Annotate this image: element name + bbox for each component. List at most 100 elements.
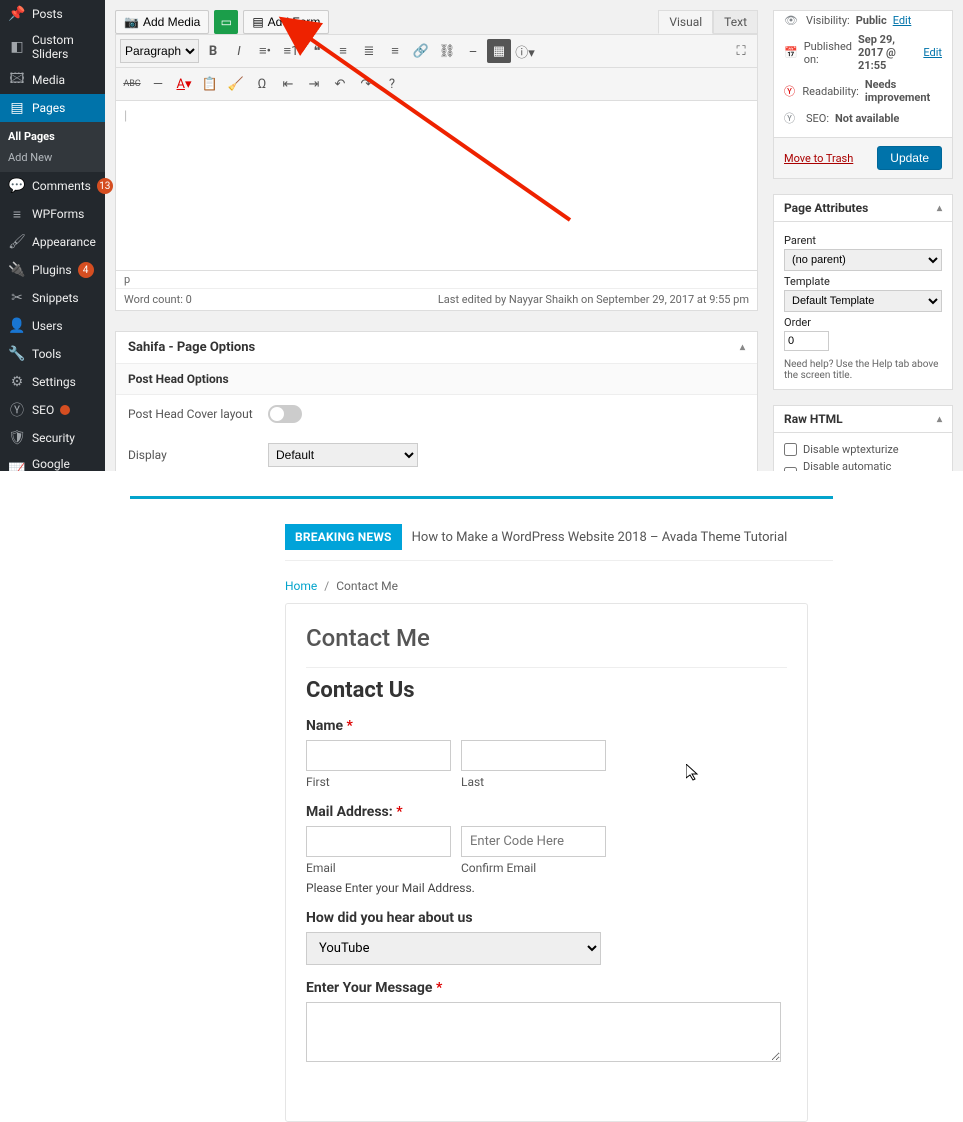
paste-icon[interactable]: 📋 (198, 72, 222, 96)
email-sublabel: Email (306, 861, 451, 875)
sidebar-item-appearance[interactable]: 🖌Appearance (0, 228, 105, 256)
plug-icon: 🔌 (8, 261, 26, 279)
add-media-button[interactable]: 📷Add Media (115, 10, 209, 34)
sidebar-item-settings[interactable]: ⚙Settings (0, 368, 105, 396)
sidebar-label: Snippets (32, 291, 79, 305)
collapse-icon[interactable]: ▴ (937, 414, 942, 425)
help-icon[interactable]: ? (380, 72, 404, 96)
yoast-icon: Ⓨ (784, 83, 796, 99)
shield-icon: 🛡 (8, 429, 26, 447)
submenu-add-new[interactable]: Add New (0, 147, 105, 168)
add-form-button[interactable]: ▤Add Form (243, 10, 329, 34)
unlink-icon[interactable]: ⛓ (435, 39, 459, 63)
message-textarea[interactable] (306, 1002, 781, 1062)
bold-icon[interactable]: B (201, 39, 225, 63)
page-attributes-box: Page Attributes▴ Parent (no parent) Temp… (773, 194, 953, 390)
sidebar-item-posts[interactable]: 📌Posts (0, 0, 105, 28)
specialchar-icon[interactable]: Ω (250, 72, 274, 96)
gear-icon: ⚙ (8, 373, 26, 391)
sidebar-item-snippets[interactable]: ✂Snippets (0, 284, 105, 312)
sidebar-label: Security (32, 431, 75, 445)
bullet-list-icon[interactable]: ≡• (253, 39, 277, 63)
quote-icon[interactable]: ❝ (305, 39, 329, 63)
email-input[interactable] (306, 826, 451, 857)
undo-icon[interactable]: ↶ (328, 72, 352, 96)
sidebar-item-analytics[interactable]: 📈 Google Analytics (0, 452, 105, 471)
sidebar-item-seo[interactable]: ⓎSEO (0, 396, 105, 424)
sidebar-label: Tools (32, 347, 61, 361)
editor-content[interactable]: | (115, 101, 758, 271)
italic-icon[interactable]: I (227, 39, 251, 63)
align-left-icon[interactable]: ≡ (331, 39, 355, 63)
cover-layout-toggle[interactable] (268, 405, 302, 423)
edit-date-link[interactable]: Edit (923, 46, 942, 59)
autop-checkbox[interactable] (784, 467, 797, 472)
edit-visibility-link[interactable]: Edit (893, 14, 912, 27)
textcolor-icon[interactable]: A▾ (172, 72, 196, 96)
more-icon[interactable]: ⎯ (461, 39, 485, 63)
sidebar-item-sliders[interactable]: ◧Custom Sliders (0, 28, 105, 66)
hear-select[interactable]: YouTube (306, 932, 601, 965)
collapse-icon[interactable]: ▴ (740, 342, 745, 353)
indent-icon[interactable]: ⇥ (302, 72, 326, 96)
sidebar-item-plugins[interactable]: 🔌Plugins 4 (0, 256, 105, 284)
sidebar-submenu: All Pages Add New (0, 122, 105, 172)
readability-value: Needs improvement (865, 78, 942, 104)
sidebar-item-security[interactable]: 🛡 Security (0, 424, 105, 452)
wptexturize-checkbox[interactable] (784, 443, 797, 456)
user-icon: 👤 (8, 317, 26, 335)
sidebar-label: Users (32, 319, 63, 333)
confirm-email-input[interactable] (461, 826, 606, 857)
breadcrumb: Home / Contact Me (285, 579, 963, 593)
publish-box: 👁Visibility: Public Edit 📅Published on: … (773, 10, 953, 179)
template-select[interactable]: Default Template (784, 290, 942, 312)
sidebar-label: Google Analytics (32, 457, 97, 471)
crumb-home[interactable]: Home (285, 579, 317, 593)
template-label: Template (784, 275, 942, 288)
eye-icon: 👁 (784, 14, 800, 27)
word-count: Word count: 0 (124, 293, 192, 306)
sidebar-item-media[interactable]: 🖾Media (0, 66, 105, 94)
number-list-icon[interactable]: ≡1 (279, 39, 303, 63)
mail-label: Mail Address: (306, 804, 393, 820)
tab-text[interactable]: Text (713, 10, 758, 34)
submenu-all-pages[interactable]: All Pages (0, 126, 105, 147)
link-icon[interactable]: 🔗 (409, 39, 433, 63)
parent-select[interactable]: (no parent) (784, 249, 942, 271)
wpforms-insert-button[interactable]: ▭ (214, 10, 238, 34)
sidebar-item-users[interactable]: 👤 Users (0, 312, 105, 340)
update-button[interactable]: Update (877, 146, 942, 170)
last-sublabel: Last (461, 775, 606, 789)
order-input[interactable] (784, 331, 829, 351)
fullscreen-icon[interactable]: ⛶ (729, 39, 753, 63)
toolbar-toggle-icon[interactable]: ▦ (487, 39, 511, 63)
hr-icon[interactable]: — (146, 72, 170, 96)
sidebar-label: Plugins (32, 263, 72, 277)
yoast-icon: Ⓨ (784, 110, 800, 126)
collapse-icon[interactable]: ▴ (937, 203, 942, 214)
align-center-icon[interactable]: ≣ (357, 39, 381, 63)
sidebar-label: Posts (32, 7, 63, 21)
align-right-icon[interactable]: ≡ (383, 39, 407, 63)
wrench-icon: 🔧 (8, 345, 26, 363)
sidebar-item-tools[interactable]: 🔧 Tools (0, 340, 105, 368)
trash-link[interactable]: Move to Trash (784, 152, 853, 165)
tab-visual[interactable]: Visual (658, 10, 713, 34)
sidebar-label: Appearance (32, 235, 96, 249)
format-select[interactable]: Paragraph (120, 39, 199, 63)
yoast-icon[interactable]: ⓘ▾ (513, 39, 537, 63)
sidebar-item-pages[interactable]: ▤Pages (0, 94, 105, 122)
display-select[interactable]: Default (268, 443, 418, 467)
sidebar-item-wpforms[interactable]: ≡WPForms (0, 200, 105, 228)
form-title: Contact Us (306, 678, 787, 703)
slider-icon: ◧ (8, 38, 26, 56)
first-name-input[interactable] (306, 740, 451, 771)
strike-icon[interactable]: ABC (120, 72, 144, 96)
last-name-input[interactable] (461, 740, 606, 771)
sidebar-item-comments[interactable]: 💬Comments 13 (0, 172, 105, 200)
outdent-icon[interactable]: ⇤ (276, 72, 300, 96)
redo-icon[interactable]: ↷ (354, 72, 378, 96)
element-path: p (116, 271, 757, 289)
clear-icon[interactable]: 🧹 (224, 72, 248, 96)
chart-icon: 📈 (8, 462, 26, 471)
